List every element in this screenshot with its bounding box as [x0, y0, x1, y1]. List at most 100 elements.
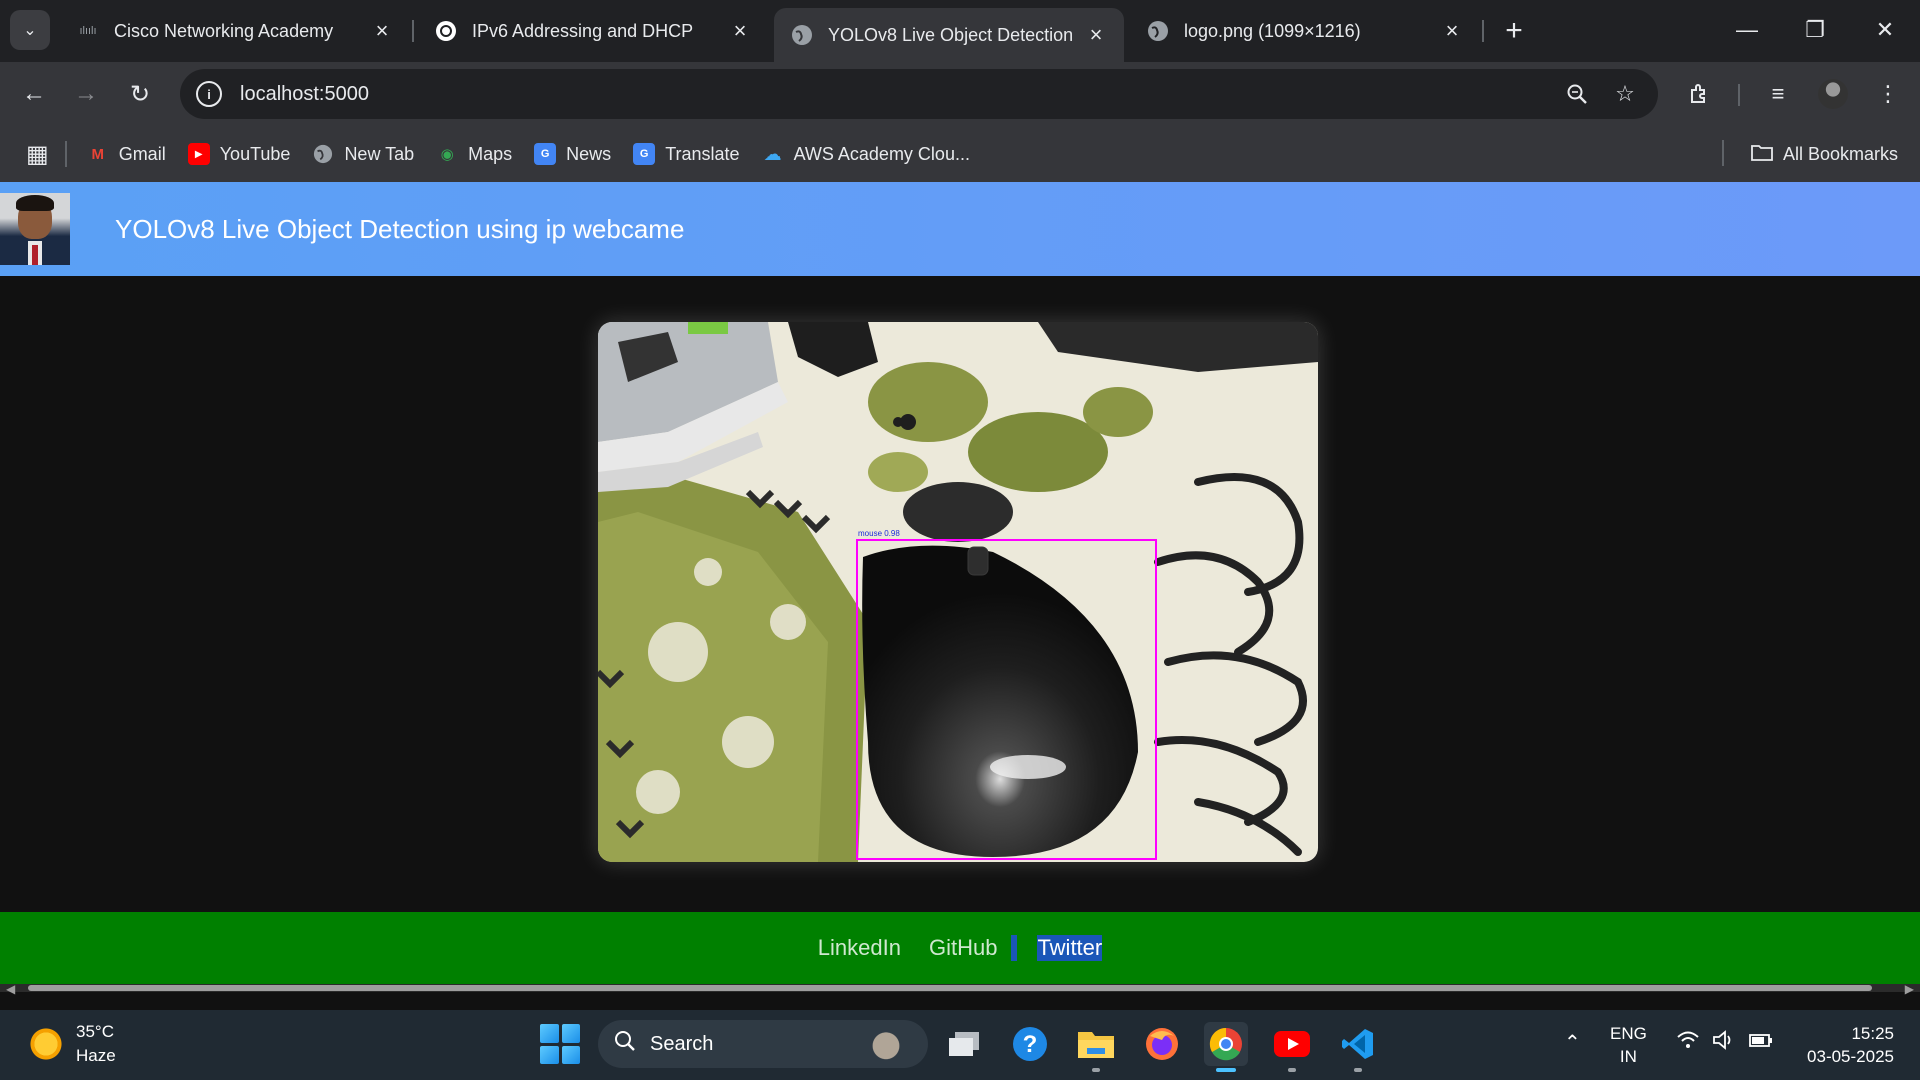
bookmark-star-icon[interactable]: ☆ [1608, 77, 1642, 111]
close-icon[interactable]: × [1084, 22, 1108, 47]
detection-label: mouse 0.98 [858, 529, 900, 538]
web-page: YOLOv8 Live Object Detection using ip we… [0, 182, 1920, 996]
clock-time: 15:25 [1851, 1024, 1894, 1043]
weather-desc: Haze [76, 1046, 116, 1065]
bookmark-label: New Tab [344, 143, 415, 164]
page-footer: LinkedIn GitHub | Twitter [0, 912, 1920, 984]
tab-title: YOLOv8 Live Object Detection [828, 24, 1074, 45]
file-explorer-icon[interactable] [1074, 1022, 1118, 1072]
show-hidden-icons-chevron-icon[interactable]: ⌃ [1564, 1030, 1581, 1055]
new-tab-button[interactable]: + [1495, 12, 1533, 50]
close-icon[interactable]: × [1440, 18, 1464, 43]
bookmark-aws[interactable]: ☁ AWS Academy Clou... [762, 143, 970, 165]
forward-button[interactable]: → [66, 74, 106, 114]
close-icon[interactable]: × [728, 18, 752, 43]
toolbar: ← → ↻ i localhost:5000 ☆ ≡ ⋮ [0, 62, 1920, 126]
task-view-icon[interactable] [942, 1022, 986, 1066]
all-bookmarks-label: All Bookmarks [1782, 143, 1898, 164]
wifi-icon[interactable] [1676, 1030, 1700, 1056]
bookmark-label: Translate [665, 143, 740, 164]
bookmark-news[interactable]: G News [534, 143, 611, 165]
bookmark-new-tab[interactable]: New Tab [312, 143, 414, 165]
tab-title: logo.png (1099×1216) [1184, 20, 1361, 41]
cisco-icon: ılıılı [79, 25, 97, 37]
language-indicator[interactable]: ENG IN [1610, 1022, 1647, 1068]
tab-title: Cisco Networking Academy [114, 20, 334, 41]
volume-icon[interactable] [1712, 1030, 1736, 1056]
minimize-button[interactable]: — [1724, 10, 1770, 50]
selection-highlight: | [1011, 935, 1018, 961]
bookmarks-bar: ▦ M Gmail ▶ YouTube New Tab ◉ Maps G New… [0, 126, 1920, 182]
taskbar: 35°C Haze Search ? ⌃ ENG IN 15:25 03-05-… [0, 1010, 1920, 1080]
address-bar[interactable]: i localhost:5000 ☆ [180, 69, 1658, 119]
scrollbar-thumb[interactable] [28, 985, 1872, 991]
github-link[interactable]: GitHub [929, 935, 997, 961]
lang-top: ENG [1610, 1024, 1647, 1043]
windows-start-icon[interactable] [540, 1024, 580, 1064]
chrome-icon[interactable] [1204, 1022, 1248, 1072]
folder-icon [1751, 143, 1773, 166]
bookmark-translate[interactable]: G Translate [633, 143, 740, 165]
vscode-icon[interactable] [1336, 1022, 1380, 1072]
all-bookmarks-button[interactable]: All Bookmarks [1751, 126, 1898, 182]
webcam-frame: mouse 0.98 [598, 322, 1318, 862]
twitter-link[interactable]: Twitter [1037, 935, 1103, 961]
horizontal-scrollbar[interactable]: ◀ ▶ [0, 982, 1920, 996]
weather-widget[interactable]: 35°C Haze [28, 1020, 116, 1068]
tab-ipv6[interactable]: IPv6 Addressing and DHCP × [418, 8, 768, 54]
bookmark-label: AWS Academy Clou... [793, 143, 970, 164]
bookmark-youtube[interactable]: ▶ YouTube [187, 143, 290, 165]
system-clock[interactable]: 15:25 03-05-2025 [1807, 1022, 1894, 1068]
toolbar-divider [1738, 84, 1740, 106]
bookmark-label: News [566, 143, 612, 164]
globe-icon [790, 23, 814, 47]
tab-strip: ⌄ ılıılı Cisco Networking Academy × IPv6… [0, 0, 1920, 62]
scroll-right-icon[interactable]: ▶ [1905, 982, 1914, 996]
close-icon[interactable]: × [370, 18, 394, 43]
extensions-icon[interactable] [1680, 74, 1720, 114]
site-info-icon[interactable]: i [196, 81, 222, 107]
url-text[interactable]: localhost:5000 [240, 83, 1546, 106]
media-control-icon[interactable]: ≡ [1758, 74, 1798, 114]
search-placeholder: Search [650, 1032, 714, 1055]
openai-icon [434, 19, 458, 43]
taskbar-search[interactable]: Search [598, 1020, 928, 1068]
search-icon [614, 1030, 636, 1058]
svg-text:?: ? [1023, 1031, 1038, 1058]
bookmarks-divider [1722, 140, 1724, 166]
clock-date: 03-05-2025 [1807, 1047, 1894, 1066]
linkedin-link[interactable]: LinkedIn [818, 935, 901, 961]
window-close-button[interactable]: ✕ [1862, 10, 1908, 50]
tab-title: IPv6 Addressing and DHCP [472, 20, 694, 41]
page-header: YOLOv8 Live Object Detection using ip we… [0, 182, 1920, 276]
bookmark-maps[interactable]: ◉ Maps [436, 143, 513, 165]
tab-yolov8[interactable]: YOLOv8 Live Object Detection × [774, 8, 1124, 62]
firefox-icon[interactable] [1140, 1022, 1184, 1066]
tab-logo[interactable]: logo.png (1099×1216) × [1130, 8, 1480, 54]
tab-divider [412, 20, 414, 42]
reload-button[interactable]: ↻ [120, 74, 160, 114]
apps-icon[interactable]: ▦ [26, 140, 49, 169]
scroll-left-icon[interactable]: ◀ [6, 982, 15, 996]
bookmark-gmail[interactable]: M Gmail [87, 143, 165, 165]
profile-photo [0, 193, 70, 265]
browser-chrome: ⌄ ılıılı Cisco Networking Academy × IPv6… [0, 0, 1920, 182]
tab-cisco[interactable]: ılıılı Cisco Networking Academy × [60, 8, 410, 54]
menu-icon[interactable]: ⋮ [1868, 74, 1908, 114]
youtube-icon: ▶ [187, 143, 210, 165]
profile-avatar[interactable] [1818, 79, 1848, 109]
cloud-icon: ☁ [763, 143, 782, 164]
zoom-icon[interactable] [1560, 77, 1594, 111]
back-button[interactable]: ← [14, 74, 54, 114]
battery-icon[interactable] [1748, 1030, 1774, 1056]
tab-search-button[interactable]: ⌄ [10, 10, 50, 50]
restore-button[interactable]: ❐ [1792, 10, 1838, 50]
koala-icon [860, 1026, 912, 1062]
globe-icon [1146, 19, 1170, 43]
news-icon: G [534, 143, 557, 165]
maps-icon: ◉ [440, 146, 454, 163]
youtube-app-icon[interactable] [1270, 1022, 1314, 1072]
globe-icon [312, 143, 334, 165]
help-icon[interactable]: ? [1008, 1022, 1052, 1066]
page-title: YOLOv8 Live Object Detection using ip we… [115, 213, 685, 244]
